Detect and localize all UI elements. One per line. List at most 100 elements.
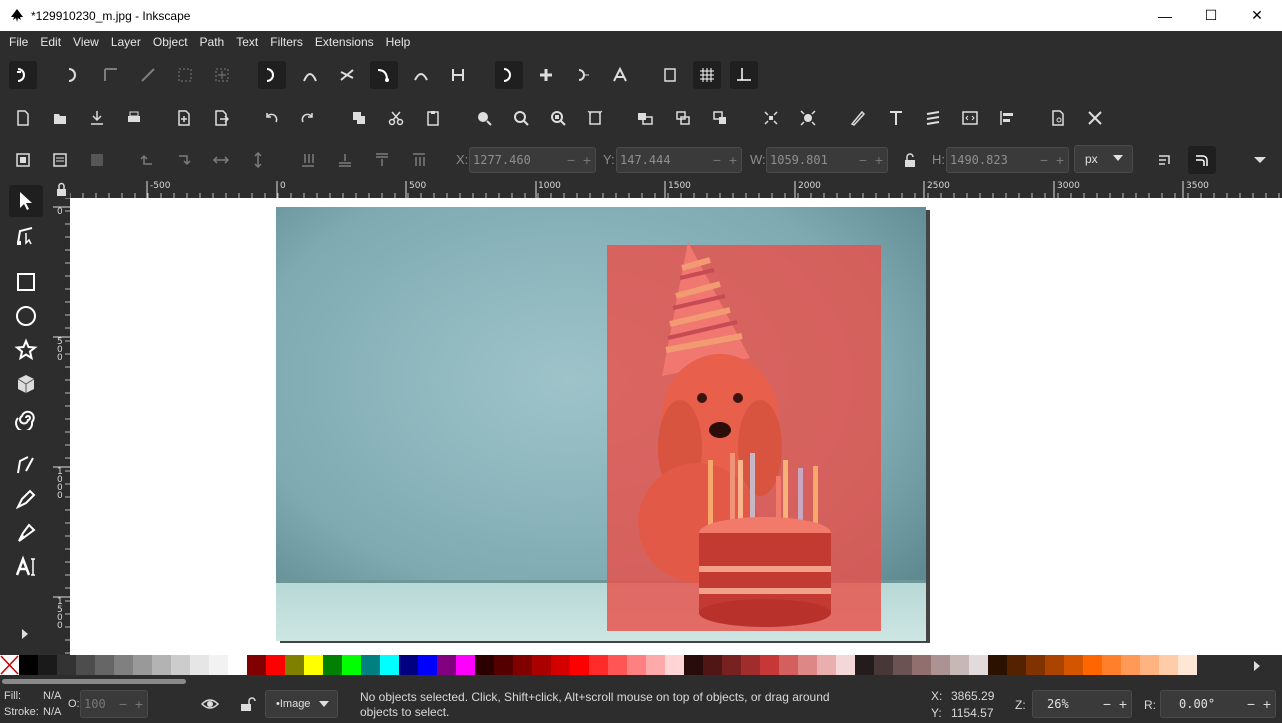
- y-field[interactable]: 147.444 − +: [616, 147, 742, 173]
- clone-icon[interactable]: [706, 104, 734, 132]
- menu-filters[interactable]: Filters: [264, 31, 309, 54]
- h-field[interactable]: 1490.823 − +: [946, 147, 1069, 173]
- color-swatch[interactable]: [684, 655, 703, 675]
- h-value[interactable]: 1490.823: [947, 153, 1036, 167]
- snap-page-border-icon[interactable]: [656, 61, 684, 89]
- color-swatch[interactable]: [171, 655, 190, 675]
- scrollbar-thumb[interactable]: [2, 679, 186, 684]
- color-swatch[interactable]: [722, 655, 741, 675]
- color-swatch[interactable]: [532, 655, 551, 675]
- scale-corners-icon[interactable]: [1188, 146, 1216, 174]
- color-swatch[interactable]: [551, 655, 570, 675]
- color-swatch[interactable]: [323, 655, 342, 675]
- flip-horizontal-icon[interactable]: [207, 146, 235, 174]
- zoom-selection-icon[interactable]: [470, 104, 498, 132]
- toolbox-more-icon[interactable]: [22, 629, 28, 639]
- color-swatch[interactable]: [589, 655, 608, 675]
- menu-view[interactable]: View: [67, 31, 105, 54]
- scale-stroke-icon[interactable]: [1151, 146, 1179, 174]
- rotate-ccw-icon[interactable]: [133, 146, 161, 174]
- snap-intersection-icon[interactable]: [333, 61, 361, 89]
- color-swatch[interactable]: [285, 655, 304, 675]
- pen-tool[interactable]: [9, 483, 43, 515]
- color-swatch[interactable]: [1045, 655, 1064, 675]
- color-swatch[interactable]: [570, 655, 589, 675]
- w-field[interactable]: 1059.801 − +: [766, 147, 888, 173]
- canvas-horizontal-scrollbar[interactable]: [0, 677, 1282, 686]
- rotate-field[interactable]: 0.00° − +: [1160, 690, 1276, 718]
- zoom-out-button[interactable]: −: [1099, 696, 1115, 712]
- close-button[interactable]: ✕: [1234, 0, 1280, 31]
- color-swatch[interactable]: [190, 655, 209, 675]
- color-swatch[interactable]: [399, 655, 418, 675]
- spiral-tool[interactable]: [9, 402, 43, 434]
- snap-bbox-corner-icon[interactable]: [134, 61, 162, 89]
- cut-icon[interactable]: [382, 104, 410, 132]
- h-increment-button[interactable]: +: [1052, 152, 1068, 168]
- menu-text[interactable]: Text: [230, 31, 264, 54]
- snap-path-icon[interactable]: [296, 61, 324, 89]
- color-swatch[interactable]: [361, 655, 380, 675]
- color-swatch[interactable]: [760, 655, 779, 675]
- export-icon[interactable]: [207, 104, 235, 132]
- snap-grid-icon[interactable]: [693, 61, 721, 89]
- color-swatch[interactable]: [342, 655, 361, 675]
- color-swatch[interactable]: [665, 655, 684, 675]
- snap-cusp-nodes-icon[interactable]: [370, 61, 398, 89]
- snap-toggle-icon[interactable]: [9, 61, 37, 89]
- color-swatch[interactable]: [627, 655, 646, 675]
- menu-extensions[interactable]: Extensions: [309, 31, 380, 54]
- zoom-in-button[interactable]: +: [1115, 696, 1131, 712]
- color-swatch[interactable]: [209, 655, 228, 675]
- color-swatch[interactable]: [741, 655, 760, 675]
- snap-rotation-center-icon[interactable]: [569, 61, 597, 89]
- y-decrement-button[interactable]: −: [709, 152, 725, 168]
- color-swatch[interactable]: [228, 655, 247, 675]
- layer-visibility-icon[interactable]: [196, 690, 224, 718]
- minimize-button[interactable]: —: [1142, 0, 1188, 31]
- snap-bbox-midpoint-icon[interactable]: [171, 61, 199, 89]
- snap-nodes-icon[interactable]: [258, 61, 286, 89]
- opacity-decrement-button[interactable]: −: [115, 696, 131, 712]
- color-swatch[interactable]: [931, 655, 950, 675]
- color-swatch[interactable]: [475, 655, 494, 675]
- text-font-icon[interactable]: [882, 104, 910, 132]
- color-swatch[interactable]: [456, 655, 475, 675]
- zoom-value[interactable]: 26%: [1033, 697, 1099, 711]
- zoom-field[interactable]: 26% − +: [1032, 690, 1132, 718]
- stroke-value[interactable]: N/A: [43, 706, 61, 718]
- fill-value[interactable]: N/A: [43, 690, 61, 702]
- color-swatch[interactable]: [57, 655, 76, 675]
- color-swatch[interactable]: [437, 655, 456, 675]
- color-swatch[interactable]: [19, 655, 38, 675]
- color-swatch[interactable]: [1007, 655, 1026, 675]
- menu-help[interactable]: Help: [380, 31, 417, 54]
- color-swatch[interactable]: [1159, 655, 1178, 675]
- color-swatch[interactable]: [1121, 655, 1140, 675]
- fill-stroke-dialog-icon[interactable]: [844, 104, 872, 132]
- zoom-page-width-icon[interactable]: [581, 104, 609, 132]
- color-swatch[interactable]: [114, 655, 133, 675]
- zoom-page-icon[interactable]: [544, 104, 572, 132]
- y-increment-button[interactable]: +: [725, 152, 741, 168]
- color-swatch[interactable]: [798, 655, 817, 675]
- color-swatch[interactable]: [646, 655, 665, 675]
- menu-object[interactable]: Object: [147, 31, 194, 54]
- deselect-icon[interactable]: [83, 146, 111, 174]
- rotate-increment-button[interactable]: +: [1259, 696, 1275, 712]
- x-decrement-button[interactable]: −: [563, 152, 579, 168]
- snap-others-icon[interactable]: [495, 61, 523, 89]
- duplicate-icon[interactable]: [345, 104, 373, 132]
- layers-icon[interactable]: [919, 104, 947, 132]
- color-swatch[interactable]: [988, 655, 1007, 675]
- snap-text-baseline-icon[interactable]: [606, 61, 634, 89]
- lock-aspect-icon[interactable]: [896, 146, 924, 174]
- calligraphy-tool[interactable]: [9, 517, 43, 549]
- w-decrement-button[interactable]: −: [855, 152, 871, 168]
- toolbar-overflow-icon[interactable]: [1254, 157, 1266, 163]
- y-value[interactable]: 147.444: [617, 153, 709, 167]
- color-swatch[interactable]: [1140, 655, 1159, 675]
- drawing-canvas[interactable]: [70, 198, 1282, 655]
- zoom-drawing-icon[interactable]: [507, 104, 535, 132]
- node-tool[interactable]: [9, 219, 43, 251]
